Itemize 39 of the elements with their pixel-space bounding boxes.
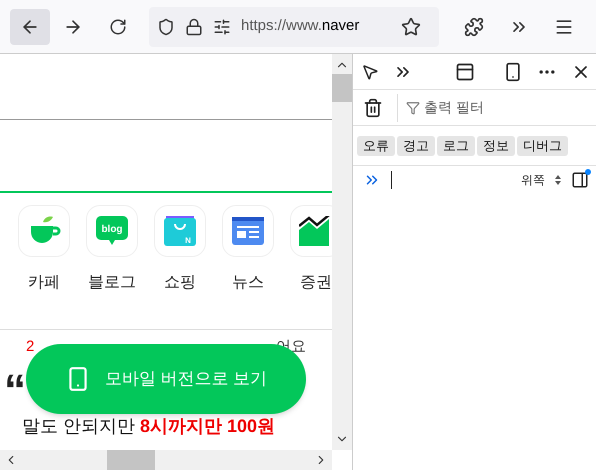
newspaper-icon — [232, 217, 264, 245]
sort-arrows-icon — [555, 175, 561, 185]
log-level-toggle[interactable]: 경고 — [397, 136, 435, 156]
reload-icon — [109, 18, 127, 36]
log-level-toggle[interactable]: 정보 — [477, 136, 515, 156]
subheadline: 말도 안되지만 8시까지만 100원 — [22, 414, 276, 438]
element-picker-icon[interactable] — [361, 62, 379, 80]
dock-layout-icon[interactable] — [455, 62, 475, 82]
url-text: https://www.naver — [241, 16, 360, 36]
trash-icon[interactable] — [363, 98, 383, 118]
app-tile[interactable] — [222, 205, 274, 257]
shopping-bag-icon: N — [164, 216, 196, 246]
quote-mark: “ — [4, 370, 26, 410]
app-label: 증권 — [300, 273, 332, 293]
scrollbar-thumb[interactable] — [332, 74, 352, 102]
scrollbar-thumb[interactable] — [107, 450, 155, 470]
app-label: 뉴스 — [232, 273, 264, 293]
horizontal-scrollbar[interactable] — [0, 450, 332, 470]
log-level-toggle[interactable]: 오류 — [357, 136, 395, 156]
app-label: 카페 — [28, 273, 60, 293]
app-tile[interactable] — [18, 205, 70, 257]
app-label: 블로그 — [88, 273, 136, 293]
vertical-scrollbar[interactable] — [332, 54, 352, 450]
bookmark-star-icon[interactable] — [401, 16, 421, 36]
shield-icon — [157, 18, 175, 36]
permissions-icon — [213, 18, 231, 36]
address-bar[interactable]: https://www.naver — [149, 6, 439, 46]
log-level-toggle[interactable]: 디버그 — [517, 136, 568, 156]
lock-icon — [185, 18, 203, 36]
extensions-icon[interactable] — [464, 16, 484, 36]
app-label: 쇼핑 — [164, 273, 196, 293]
position-label[interactable]: 위쪽 — [521, 171, 545, 189]
filter-icon — [406, 100, 420, 114]
log-level-toggle[interactable]: 로그 — [437, 136, 475, 156]
app-tile[interactable] — [290, 205, 332, 257]
filter-field[interactable]: 출력 필터 — [397, 94, 484, 122]
back-button[interactable] — [10, 8, 50, 44]
sidebar-toggle-icon[interactable] — [571, 171, 589, 189]
stock-chart-icon — [299, 216, 332, 246]
